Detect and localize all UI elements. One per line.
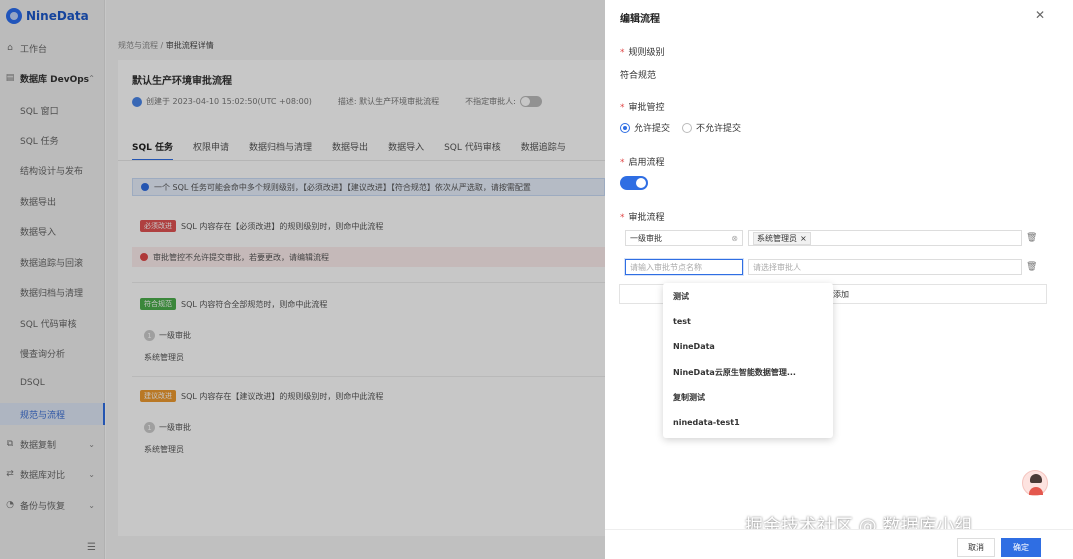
node-name-placeholder: 请输入审批节点名称 [630,262,702,272]
dropdown-option[interactable]: 测试 [673,291,689,302]
close-icon[interactable]: ✕ [1035,8,1045,22]
node-name-input[interactable]: 一级审批 ⊗ [625,230,743,246]
drawer-footer: 取消 确定 [605,529,1073,559]
flow-label: * 审批流程 [620,213,665,223]
edit-flow-drawer: 编辑流程 ✕ * 规则级别 符合规范 * 审批管控 允许提交 不允许提交 * 启用流程… [605,0,1073,559]
dropdown-option[interactable]: NineData [673,342,715,351]
confirm-button[interactable]: 确定 [1001,538,1041,557]
rule-level-value: 符合规范 [620,71,657,81]
radio-label: 允许提交 [634,124,671,134]
approver-chip: 系统管理员 × [753,231,811,245]
delete-icon[interactable]: 🗑 [1026,262,1037,272]
node-name-dropdown: 测试 test NineData NineData云原生智能数据管理... 复制… [663,283,833,438]
add-label: 添加 [833,289,849,299]
radio-checked-icon [620,122,630,133]
dropdown-option[interactable]: NineData云原生智能数据管理... [673,367,796,378]
enable-label: * 启用流程 [620,158,665,168]
support-avatar-icon[interactable] [1022,470,1048,496]
cancel-button[interactable]: 取消 [957,538,995,557]
dropdown-option[interactable]: 复制测试 [673,392,705,403]
overlay-mask[interactable] [0,0,605,559]
radio-allow-submit[interactable]: 允许提交 [620,121,670,134]
control-radio-group: 允许提交 不允许提交 [620,121,741,134]
delete-icon[interactable]: 🗑 [1026,233,1037,243]
node-name-input-new[interactable]: 请输入审批节点名称 [625,259,743,275]
dropdown-option[interactable]: ninedata-test1 [673,418,740,427]
approver-placeholder: 请选择审批人 [753,262,801,272]
drawer-title: 编辑流程 [620,14,660,25]
approver-select[interactable]: 系统管理员 × [748,230,1022,246]
rule-level-label: * 规则级别 [620,48,665,58]
chip-label: 系统管理员 [757,233,797,243]
control-label: * 审批管控 [620,103,665,113]
approver-select-new[interactable]: 请选择审批人 [748,259,1022,275]
clear-icon[interactable]: ⊗ [731,234,738,243]
dropdown-option[interactable]: test [673,317,691,326]
radio-unchecked-icon [682,122,693,133]
radio-disallow-submit[interactable]: 不允许提交 [682,121,741,134]
enable-flow-toggle[interactable] [620,176,648,190]
radio-label: 不允许提交 [696,124,742,134]
chip-remove-icon[interactable]: × [800,234,807,243]
node-name-value: 一级审批 [630,233,662,243]
